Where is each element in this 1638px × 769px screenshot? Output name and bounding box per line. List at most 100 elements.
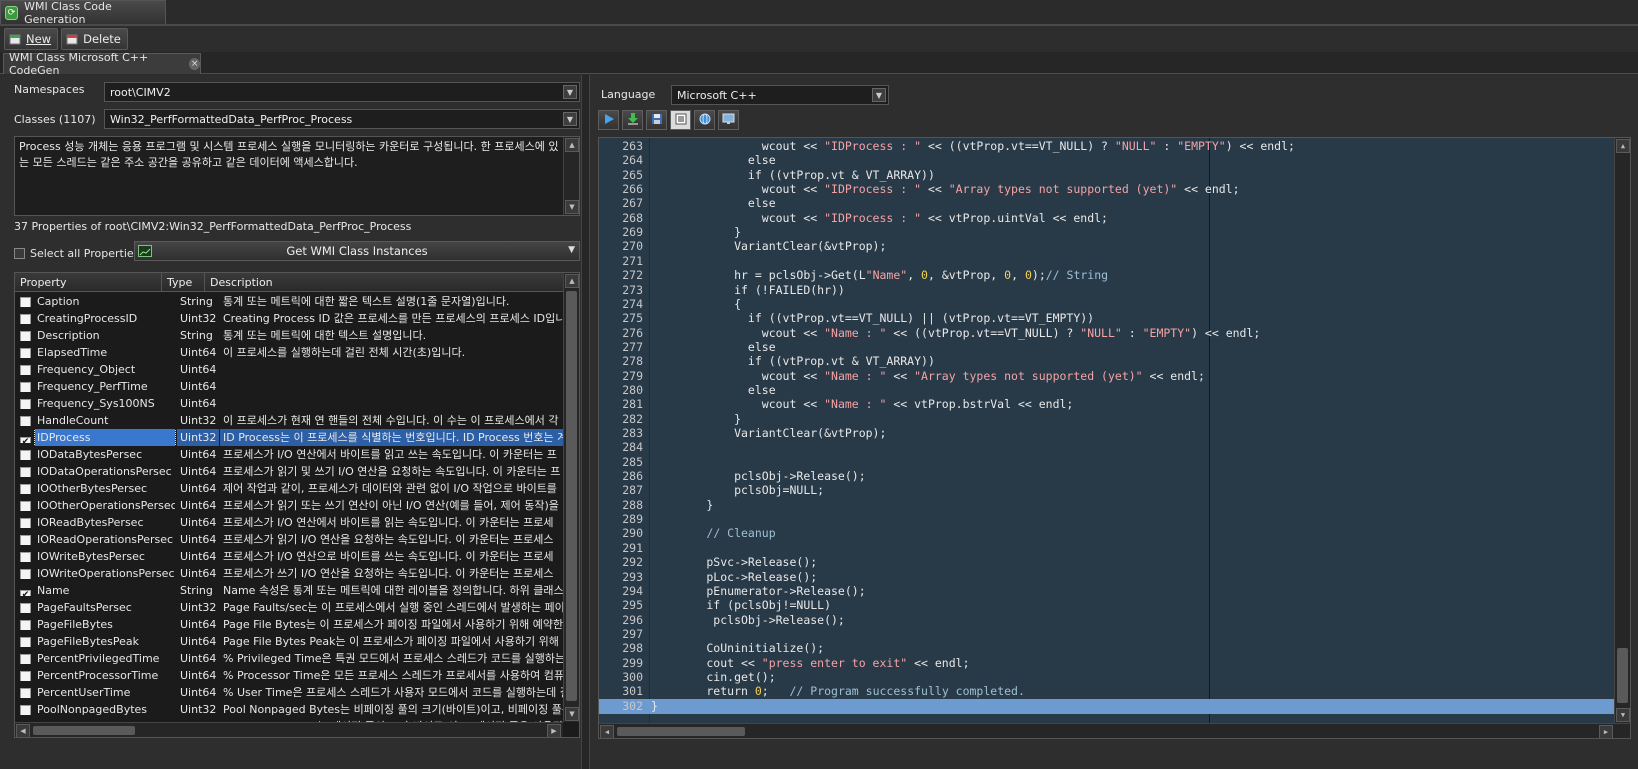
scroll-down-icon[interactable]: ▼ — [565, 200, 579, 214]
grid-vertical-scrollbar[interactable]: ▲ ▼ — [563, 273, 579, 722]
row-checkbox[interactable] — [20, 671, 31, 681]
scroll-thumb[interactable] — [566, 291, 577, 701]
row-checkbox[interactable] — [20, 331, 31, 341]
table-row[interactable]: Frequency_Sys100NS Uint64 — [15, 395, 563, 412]
code-horizontal-scrollbar[interactable]: ◀ ▶ — [599, 723, 1630, 738]
scroll-up-icon[interactable]: ▲ — [565, 138, 579, 152]
run-button[interactable] — [598, 110, 619, 130]
row-checkbox[interactable] — [20, 518, 31, 528]
close-icon[interactable]: × — [189, 58, 200, 70]
row-checkbox[interactable] — [20, 569, 31, 579]
line-number: 275 — [622, 311, 643, 326]
table-row[interactable]: PercentProcessorTime Uint64 % Processor Ti… — [15, 667, 563, 684]
table-row[interactable]: IODataBytesPersec Uint64 프로세스가 I/O 연산에서 바이… — [15, 446, 563, 463]
description-scrollbar[interactable]: ▲ ▼ — [563, 137, 579, 215]
options-button[interactable] — [670, 110, 691, 130]
table-row[interactable]: PoolNonpagedBytes Uint32 Pool Nonpaged Byt… — [15, 701, 563, 718]
row-checkbox[interactable] — [20, 637, 31, 647]
globe-button[interactable] — [694, 110, 715, 130]
namespace-select[interactable]: root\CIMV2 ▼ — [104, 82, 580, 102]
scroll-left-icon[interactable]: ◀ — [600, 725, 614, 738]
row-checkbox[interactable] — [20, 467, 31, 477]
row-checkbox[interactable] — [20, 382, 31, 392]
scroll-up-icon[interactable]: ▲ — [1616, 139, 1630, 153]
code-vertical-scrollbar[interactable]: ▲ ▼ — [1614, 138, 1630, 723]
chevron-down-icon[interactable]: ▼ — [872, 88, 886, 102]
row-checkbox[interactable] — [20, 620, 31, 630]
chevron-down-icon[interactable]: ▼ — [563, 85, 577, 99]
new-button[interactable]: New — [4, 28, 59, 50]
row-checkbox[interactable] — [20, 314, 31, 324]
scroll-down-icon[interactable]: ▼ — [1616, 708, 1630, 722]
row-checkbox[interactable] — [20, 654, 31, 664]
delete-button[interactable]: Delete — [61, 28, 128, 50]
grid-horizontal-scrollbar[interactable]: ◀ ▶ — [15, 722, 563, 737]
table-row[interactable]: PercentUserTime Uint64 % User Time은 프로세스 스… — [15, 684, 563, 701]
chevron-down-icon[interactable]: ▼ — [563, 112, 577, 126]
table-row[interactable]: IOReadOperationsPersec Uint64 프로세스가 읽기 I/O… — [15, 531, 563, 548]
table-row[interactable]: PageFileBytes Uint64 Page File Bytes는 이 프로… — [15, 616, 563, 633]
table-row[interactable]: Frequency_PerfTime Uint64 — [15, 378, 563, 395]
table-row[interactable]: HandleCount Uint32 이 프로세스가 현재 연 핸들의 전체 수입니… — [15, 412, 563, 429]
row-checkbox[interactable] — [20, 688, 31, 698]
download-button[interactable] — [622, 110, 643, 130]
table-row[interactable]: ElapsedTime Uint64 이 프로세스를 실행하는데 걸린 전체 시간(… — [15, 344, 563, 361]
table-row[interactable]: IOWriteOperationsPersec Uint64 프로세스가 쓰기 I/… — [15, 565, 563, 582]
table-row[interactable]: CreatingProcessID Uint32 Creating Process … — [15, 310, 563, 327]
class-description-box[interactable]: Process 성능 개체는 응용 프로그램 및 시스템 프로세스 실행을 모니… — [14, 136, 580, 216]
row-checkbox[interactable] — [20, 552, 31, 562]
get-instances-button[interactable]: Get WMI Class Instances ▼ — [134, 241, 580, 261]
row-checkbox[interactable] — [20, 501, 31, 511]
row-checkbox[interactable] — [20, 416, 31, 426]
table-row[interactable]: PageFaultsPersec Uint32 Page Faults/sec는 이… — [15, 599, 563, 616]
table-row[interactable]: IOReadBytesPersec Uint64 프로세스가 I/O 연산에서 바이… — [15, 514, 563, 531]
save-icon — [651, 113, 663, 128]
scroll-thumb[interactable] — [1617, 648, 1628, 703]
scroll-right-icon[interactable]: ▶ — [547, 724, 561, 737]
property-type-cell: Uint64 — [180, 465, 217, 478]
table-row[interactable]: ✔ IDProcess Uint32 ID Process는 이 프로세스를 식별하는… — [15, 429, 563, 446]
scroll-up-icon[interactable]: ▲ — [565, 274, 579, 288]
table-row[interactable]: PercentPrivilegedTime Uint64 % Privileged … — [15, 650, 563, 667]
column-header-property[interactable]: Property — [15, 273, 162, 292]
table-row[interactable]: IOOtherBytesPersec Uint64 제어 작업과 같이, 프로세스가… — [15, 480, 563, 497]
table-row[interactable]: Caption String 통계 또는 메트릭에 대한 짧은 텍스트 설명(1줄 … — [15, 293, 563, 310]
row-checkbox[interactable] — [20, 484, 31, 494]
table-row[interactable]: IOWriteBytesPersec Uint64 프로세스가 I/O 연산으로 바… — [15, 548, 563, 565]
code-editor[interactable]: 263 wcout << "IDProcess : " << ((vtProp.… — [598, 137, 1631, 739]
pane-splitter[interactable] — [582, 75, 589, 769]
monitor-button[interactable] — [718, 110, 739, 130]
class-select[interactable]: Win32_PerfFormattedData_PerfProc_Process… — [104, 109, 580, 129]
row-checkbox[interactable]: ✔ — [20, 437, 31, 443]
column-header-type[interactable]: Type — [162, 273, 205, 292]
table-row[interactable]: IOOtherOperationsPersec Uint64 프로세스가 읽기 또는… — [15, 497, 563, 514]
save-button[interactable] — [646, 110, 667, 130]
code-line: 269 } — [599, 225, 1614, 240]
scroll-thumb[interactable] — [33, 726, 135, 735]
row-checkbox[interactable] — [20, 399, 31, 409]
table-row[interactable]: PageFileBytesPeak Uint64 Page File Bytes P… — [15, 633, 563, 650]
select-all-checkbox[interactable] — [14, 248, 25, 259]
row-checkbox[interactable] — [20, 348, 31, 358]
row-checkbox[interactable] — [20, 450, 31, 460]
row-checkbox[interactable] — [20, 705, 31, 715]
column-header-description[interactable]: Description — [205, 273, 563, 292]
row-checkbox[interactable] — [20, 365, 31, 375]
scroll-thumb[interactable] — [617, 727, 745, 736]
chevron-down-icon[interactable]: ▼ — [568, 245, 575, 255]
row-checkbox[interactable] — [20, 535, 31, 545]
table-row[interactable]: ✔ Name String Name 속성은 통계 또는 메트릭에 대한 레이블을 정… — [15, 582, 563, 599]
row-checkbox[interactable] — [20, 297, 31, 307]
language-select[interactable]: Microsoft C++ ▼ — [671, 85, 889, 105]
table-row[interactable]: Frequency_Object Uint64 — [15, 361, 563, 378]
scroll-right-icon[interactable]: ▶ — [1599, 725, 1613, 738]
tab-codegen[interactable]: WMI Class Microsoft C++ CodeGen × — [3, 51, 201, 77]
row-checkbox[interactable]: ✔ — [20, 590, 31, 596]
scroll-left-icon[interactable]: ◀ — [16, 724, 30, 737]
table-row[interactable]: IODataOperationsPersec Uint64 프로세스가 읽기 및 쓰… — [15, 463, 563, 480]
table-row[interactable]: Description String 통계 또는 메트릭에 대한 텍스트 설명입니다… — [15, 327, 563, 344]
scroll-down-icon[interactable]: ▼ — [565, 707, 579, 721]
row-checkbox[interactable] — [20, 603, 31, 613]
code-line: 264 else — [599, 153, 1614, 168]
property-name-cell: IOWriteBytesPersec — [37, 550, 145, 563]
